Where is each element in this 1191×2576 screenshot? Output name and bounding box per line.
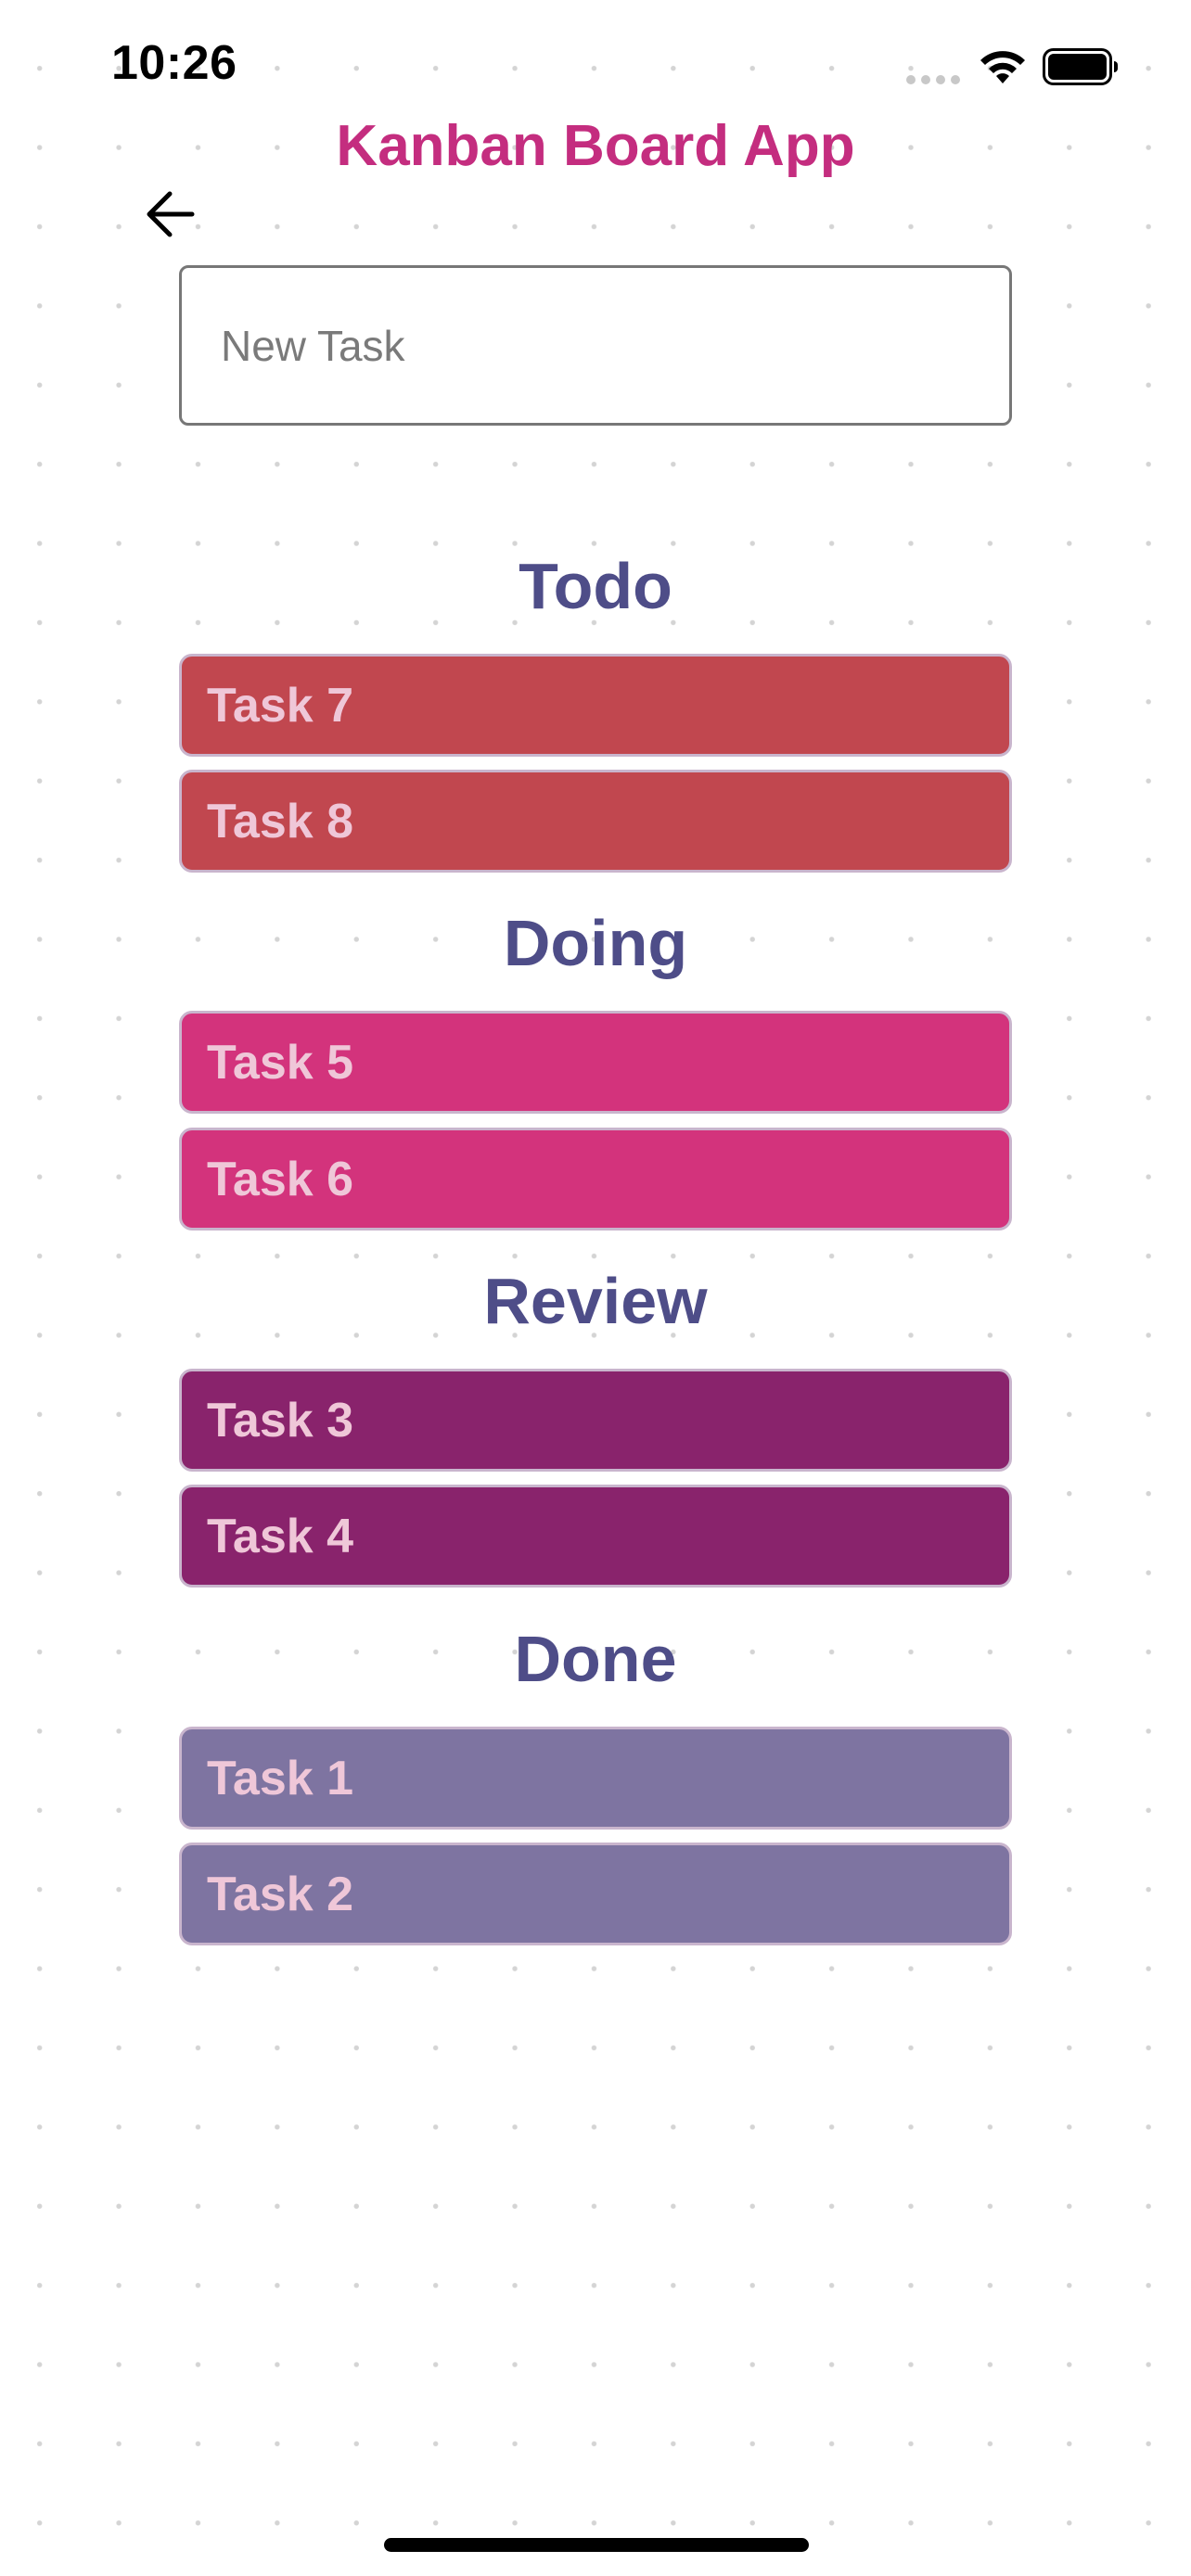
task-card[interactable]: Task 1 [179,1727,1012,1830]
home-indicator[interactable] [384,2538,809,2552]
new-task-input[interactable] [179,265,1012,426]
column-title-doing: Doing [503,907,688,979]
task-card[interactable]: Task 2 [179,1843,1012,1945]
task-card[interactable]: Task 8 [179,770,1012,873]
cellular-signal-icon [906,75,960,84]
back-button[interactable] [137,184,202,245]
column-title-done: Done [514,1623,677,1695]
task-card[interactable]: Task 7 [179,654,1012,757]
task-card[interactable]: Task 5 [179,1011,1012,1114]
arrow-left-icon [147,191,195,237]
column-title-review: Review [483,1265,708,1337]
column-title-todo: Todo [519,550,672,622]
app-title: Kanban Board App [336,114,855,178]
task-card[interactable]: Task 6 [179,1128,1012,1231]
wifi-icon [980,51,1025,83]
task-card[interactable]: Task 3 [179,1369,1012,1472]
task-card[interactable]: Task 4 [179,1485,1012,1588]
status-time: 10:26 [111,36,237,90]
battery-icon [1043,48,1118,85]
